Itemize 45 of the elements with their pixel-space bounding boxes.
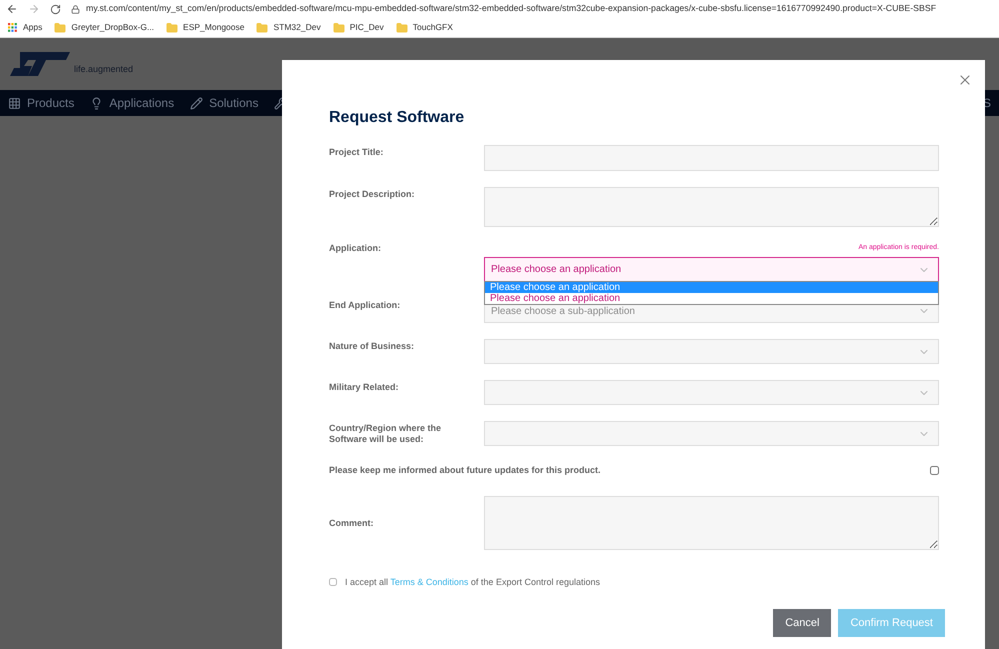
- accept-terms-text: I accept all Terms & Conditions of the Export Control regulations: [345, 576, 600, 589]
- select-field[interactable]: [484, 380, 939, 405]
- lightbulb-icon: [90, 96, 104, 110]
- field-label: Please keep me informed about future updates for this product.: [329, 464, 601, 477]
- checkbox[interactable]: [930, 466, 939, 476]
- bookmark-link[interactable]: STM32_Dev: [273, 21, 321, 34]
- field-label: Application:: [329, 243, 382, 254]
- nav-link[interactable]: Applications: [109, 94, 174, 112]
- text-area[interactable]: [484, 496, 939, 550]
- apps-grid-icon: [8, 22, 18, 32]
- cancel-button[interactable]: Cancel: [773, 609, 832, 637]
- select-field[interactable]: [484, 421, 939, 446]
- field-label: End Application:: [329, 299, 402, 311]
- folder-icon: [332, 22, 345, 34]
- field-label: Project Title:: [329, 146, 384, 158]
- pencil-icon: [190, 96, 204, 110]
- grid-icon: [8, 96, 21, 110]
- folder-icon: [256, 22, 268, 34]
- reload-icon[interactable]: [50, 4, 61, 14]
- text-field[interactable]: [484, 145, 939, 171]
- dialog-title: Request Software: [329, 108, 466, 128]
- logo-icon: [10, 50, 70, 78]
- field-label: Country/Region where the Software will be used:: [329, 422, 442, 445]
- folder-icon: [396, 22, 408, 34]
- bookmark-link[interactable]: Greyter_DropBox-G...: [71, 21, 154, 34]
- field-label: Project Description:: [329, 188, 416, 200]
- logo-tagline: life.augmented: [74, 62, 134, 76]
- bookmark-link[interactable]: Apps: [23, 21, 42, 34]
- lock-icon: [71, 4, 80, 14]
- select-field[interactable]: [484, 339, 939, 364]
- forward-icon[interactable]: [28, 3, 40, 15]
- nav-link[interactable]: Solutions: [209, 94, 258, 112]
- field-label: Nature of Business:: [329, 340, 416, 352]
- bookmark-link[interactable]: PIC_Dev: [350, 21, 384, 34]
- select-field[interactable]: Please choose an application: [484, 257, 939, 282]
- text-area[interactable]: [484, 187, 939, 227]
- nav-link[interactable]: Products: [27, 94, 74, 112]
- dropdown-option[interactable]: Please choose an application: [485, 282, 938, 293]
- folder-icon: [54, 22, 66, 34]
- folder-icon: [166, 22, 178, 34]
- field-label: Comment:: [329, 517, 374, 529]
- bookmark-link[interactable]: TouchGFX: [412, 21, 453, 34]
- back-icon[interactable]: [6, 3, 18, 15]
- field-label: Military Related:: [329, 381, 400, 393]
- bookmark-link[interactable]: ESP_Mongoose: [183, 21, 244, 34]
